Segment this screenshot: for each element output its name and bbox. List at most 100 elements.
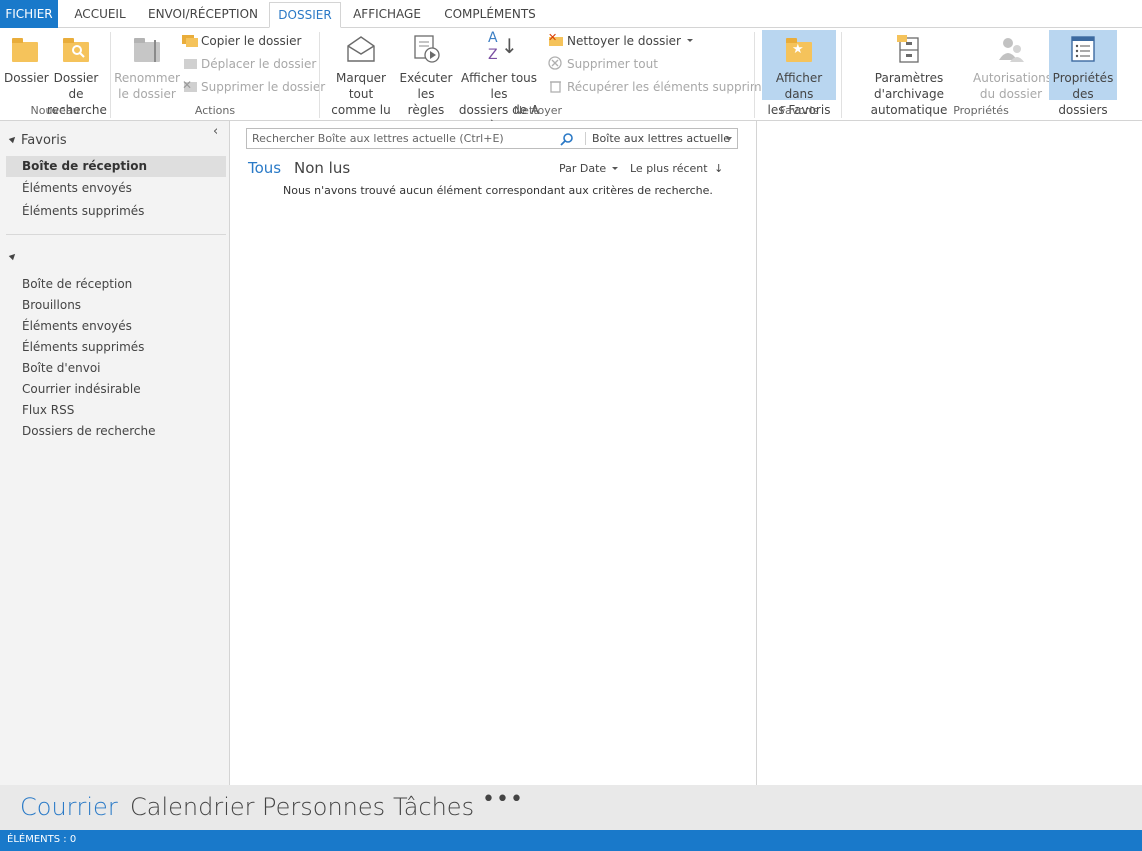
arrow-down-icon: ↓ <box>714 162 724 175</box>
folder-item-inbox[interactable]: Boîte de réception <box>22 277 132 291</box>
tab-send-receive[interactable]: ENVOI/RÉCEPTION <box>140 2 266 28</box>
show-in-fav-label-1: Afficher dans <box>775 71 823 101</box>
folder-item-outbox[interactable]: Boîte d'envoi <box>22 361 101 375</box>
group-label-clean: Nettoyer <box>513 104 563 117</box>
sort-order-toggle[interactable]: Le plus récent ↓ <box>630 162 723 175</box>
ribbon: Dossier Dossier de recherche Nouveau Ren… <box>0 28 1142 133</box>
search-input[interactable]: Rechercher Boîte aux lettres actuelle (C… <box>252 132 504 145</box>
search-box[interactable]: Rechercher Boîte aux lettres actuelle (C… <box>246 128 738 149</box>
search-folder-icon <box>61 34 91 64</box>
favorites-header[interactable]: Favoris <box>8 133 67 148</box>
favorites-item-sent[interactable]: Éléments envoyés <box>22 181 132 195</box>
copy-folder-icon <box>182 33 198 47</box>
account-header[interactable] <box>8 250 21 265</box>
autoarchive-label-2: automatique <box>870 103 948 117</box>
show-in-favorites-button[interactable]: ★ Afficher dans les Favoris <box>762 30 836 117</box>
collapse-folder-pane-button[interactable]: ‹ <box>213 124 218 139</box>
new-folder-label: Dossier <box>4 71 49 85</box>
nav-calendar[interactable]: Calendrier <box>130 793 255 821</box>
expand-triangle-icon <box>8 134 18 144</box>
group-label-favorites: Favoris <box>779 104 819 117</box>
mark-all-label-2: comme lu <box>331 103 391 117</box>
more-modules-button[interactable]: ••• <box>482 787 524 812</box>
run-rules-icon <box>411 34 441 64</box>
mark-all-label-1: Marquer tout <box>336 71 386 101</box>
folder-icon <box>10 34 40 64</box>
rename-label-2: le dossier <box>118 87 176 101</box>
favorite-folder-icon: ★ <box>784 34 814 64</box>
nav-mail[interactable]: Courrier <box>20 793 118 821</box>
nav-divider <box>6 234 226 235</box>
sort-by-label: Par Date <box>559 162 607 175</box>
search-icon[interactable] <box>560 132 574 146</box>
delete-all-icon <box>548 56 564 70</box>
nav-people[interactable]: Personnes <box>262 793 385 821</box>
folder-properties-button[interactable]: Propriétés des dossiers <box>1049 30 1117 117</box>
sort-folders-label-1: Afficher tous les <box>460 71 538 101</box>
rename-folder-button[interactable]: Renommer le dossier <box>114 30 180 101</box>
sort-folders-az-button[interactable]: A Z ↓ Afficher tous les dossiers de A à … <box>454 30 544 133</box>
permissions-label-2: du dossier <box>979 87 1043 101</box>
group-separator <box>841 32 842 118</box>
folder-pane: ‹ Favoris Boîte de réception Éléments en… <box>0 121 230 785</box>
group-separator <box>754 32 755 118</box>
tab-view[interactable]: AFFICHAGE <box>346 2 428 28</box>
chevron-down-icon[interactable] <box>726 137 732 141</box>
autoarchive-settings-button[interactable]: Paramètres d'archivage automatique <box>846 30 972 117</box>
delete-all-label: Supprimer tout <box>567 57 658 71</box>
group-separator <box>110 32 111 118</box>
empty-list-message: Nous n'avons trouvé aucun élément corres… <box>283 184 713 197</box>
status-bar: ÉLÉMENTS : 0 <box>0 830 1142 851</box>
run-rules-label-2: les règles <box>407 87 445 117</box>
archive-cabinet-icon <box>894 34 924 64</box>
delete-folder-button[interactable]: ✕ Supprimer le dossier <box>182 77 325 97</box>
clean-folder-icon: ✕ <box>548 32 564 47</box>
run-rules-button[interactable]: Exécuter les règles <box>399 30 453 117</box>
recover-deleted-button[interactable]: Récupérer les éléments supprimés <box>548 77 775 97</box>
autoarchive-label-1: Paramètres d'archivage <box>874 71 944 101</box>
tab-home[interactable]: ACCUEIL <box>64 2 136 28</box>
folder-props-label-2: des dossiers <box>1058 87 1108 117</box>
new-search-folder-button[interactable]: Dossier de recherche <box>47 30 107 117</box>
delete-folder-icon: ✕ <box>182 79 198 93</box>
filter-all[interactable]: Tous <box>248 159 281 177</box>
copy-folder-button[interactable]: Copier le dossier <box>182 31 301 51</box>
move-folder-icon <box>182 56 198 70</box>
tab-folder[interactable]: DOSSIER <box>269 2 341 28</box>
recover-deleted-label: Récupérer les éléments supprimés <box>567 80 776 94</box>
search-divider <box>585 132 586 145</box>
folder-item-rss[interactable]: Flux RSS <box>22 403 74 417</box>
folder-item-search-folders[interactable]: Dossiers de recherche <box>22 424 156 438</box>
folder-item-junk[interactable]: Courrier indésirable <box>22 382 141 396</box>
move-folder-button[interactable]: Déplacer le dossier <box>182 54 316 74</box>
tab-file[interactable]: FICHIER <box>0 0 58 28</box>
favorites-item-inbox[interactable]: Boîte de réception <box>6 156 226 177</box>
nav-tasks[interactable]: Tâches <box>393 793 474 821</box>
clean-folder-button[interactable]: ✕ Nettoyer le dossier <box>548 31 693 51</box>
folder-permissions-button[interactable]: Autorisations du dossier <box>973 30 1052 101</box>
item-count: ÉLÉMENTS : 0 <box>7 834 77 845</box>
rename-label-1: Renommer <box>114 71 180 85</box>
module-navigation: Courrier Calendrier Personnes Tâches ••• <box>0 785 1142 830</box>
group-label-new: Nouveau <box>30 104 80 117</box>
sort-by-dropdown[interactable]: Par Date <box>559 162 618 175</box>
expand-triangle-icon <box>8 251 18 261</box>
search-scope-dropdown[interactable]: Boîte aux lettres actuelle <box>592 132 730 145</box>
group-label-properties: Propriétés <box>953 104 1009 117</box>
chevron-down-icon <box>686 39 693 42</box>
folder-item-sent[interactable]: Éléments envoyés <box>22 319 132 333</box>
mark-all-read-button[interactable]: Marquer tout comme lu <box>324 30 398 117</box>
filter-unread[interactable]: Non lus <box>294 159 350 177</box>
permissions-users-icon <box>996 34 1026 64</box>
favorites-item-deleted[interactable]: Éléments supprimés <box>22 204 144 218</box>
folder-item-drafts[interactable]: Brouillons <box>22 298 81 312</box>
sort-order-label: Le plus récent <box>630 162 708 175</box>
new-folder-button[interactable]: Dossier <box>4 30 49 100</box>
chevron-down-icon <box>611 167 618 170</box>
delete-folder-label: Supprimer le dossier <box>201 80 326 94</box>
tab-addins[interactable]: COMPLÉMENTS <box>436 2 544 28</box>
favorites-header-label: Favoris <box>21 133 67 148</box>
delete-all-button[interactable]: Supprimer tout <box>548 54 658 74</box>
folder-item-deleted[interactable]: Éléments supprimés <box>22 340 144 354</box>
sort-az-icon: A Z ↓ <box>488 30 518 63</box>
